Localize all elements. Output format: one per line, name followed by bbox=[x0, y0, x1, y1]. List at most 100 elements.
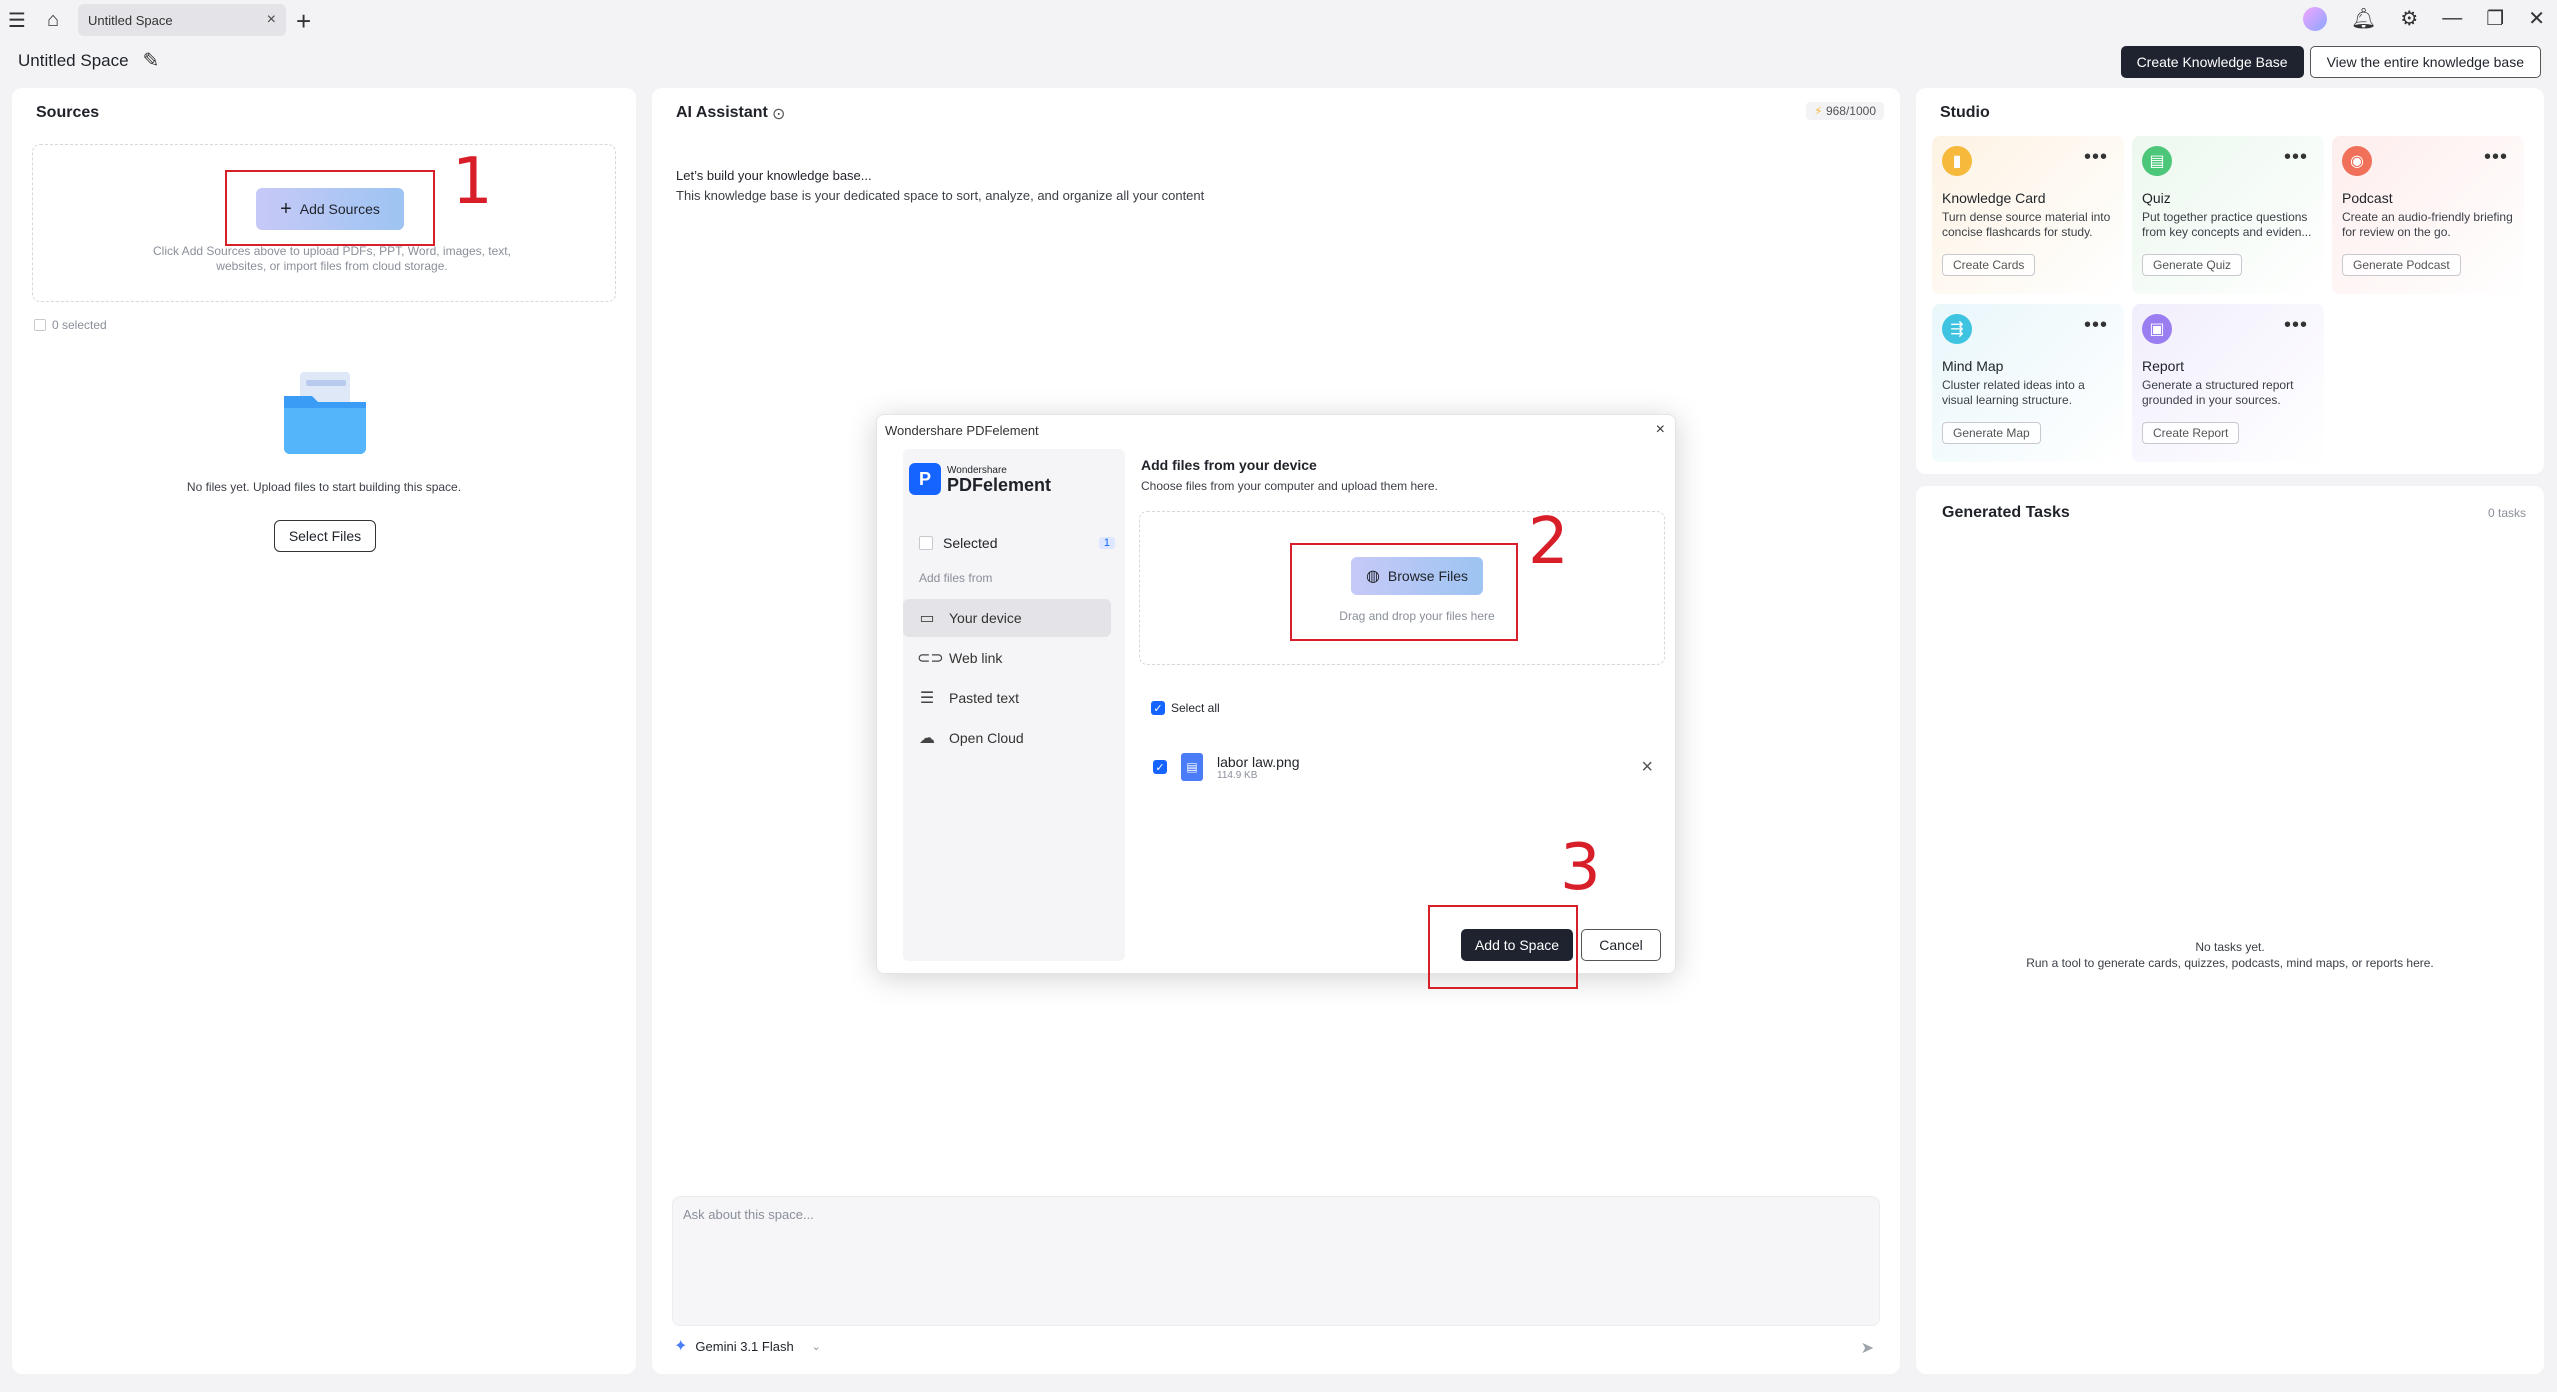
model-selector[interactable]: ✦ Gemini 3.1 Flash ⌄ bbox=[674, 1336, 821, 1356]
select-all-label: Select all bbox=[1171, 701, 1220, 715]
ask-input[interactable]: Ask about this space... bbox=[672, 1196, 1880, 1326]
selected-row[interactable]: 0 selected bbox=[34, 318, 107, 332]
studio-card-report[interactable]: ▣ ••• Report Generate a structured report g… bbox=[2132, 304, 2324, 462]
menu-icon[interactable]: ☰ bbox=[4, 7, 30, 33]
tasks-empty-hint: Run a tool to generate cards, quizzes, p… bbox=[2026, 956, 2434, 970]
space-header: Untitled Space ✎ bbox=[18, 48, 159, 73]
add-files-title: Add files from your device bbox=[1141, 457, 1317, 473]
studio-card-button[interactable]: Generate Quiz bbox=[2142, 254, 2243, 276]
studio-title: Studio bbox=[1940, 104, 1990, 121]
studio-card-button[interactable]: Create Cards bbox=[1942, 254, 2036, 276]
sidebar-item-label: Pasted text bbox=[949, 690, 1020, 706]
logo-product: PDFelement bbox=[947, 474, 1052, 495]
close-icon[interactable]: × bbox=[267, 11, 276, 29]
space-title: Untitled Space bbox=[18, 50, 129, 70]
studio-card-desc: Put together practice questions from key… bbox=[2142, 210, 2312, 239]
info-icon[interactable]: ⊙ bbox=[772, 104, 785, 124]
tab-label: Untitled Space bbox=[88, 12, 173, 28]
sources-title: Sources bbox=[36, 104, 100, 121]
create-knowledge-base-button[interactable]: Create Knowledge Base bbox=[2120, 46, 2304, 78]
add-files-dialog: Wondershare PDFelement × P Wondershare P… bbox=[876, 414, 1676, 974]
model-name: Gemini 3.1 Flash bbox=[695, 1338, 794, 1354]
window-controls: 🔔︎ ⚙ — ❐ ✕ bbox=[2302, 6, 2545, 31]
dialog-sidebar: P Wondershare PDFelement Selected 1 Add … bbox=[903, 449, 1125, 961]
pdfelement-logo: P Wondershare PDFelement bbox=[909, 463, 1051, 495]
sidebar-item-your-device[interactable]: ▭ Your device bbox=[903, 599, 1111, 637]
more-icon[interactable]: ••• bbox=[2084, 146, 2108, 169]
studio-card-mind-map[interactable]: ⇶ ••• Mind Map Cluster related ideas into a… bbox=[1932, 304, 2124, 462]
studio-card-desc: Create an audio-friendly briefing for re… bbox=[2342, 210, 2513, 239]
minimize-icon[interactable]: — bbox=[2442, 7, 2462, 30]
remove-file-icon[interactable]: × bbox=[1641, 756, 1653, 779]
sidebar-item-open-cloud[interactable]: ☁ Open Cloud bbox=[903, 719, 1111, 757]
pdfelement-logo-icon: P bbox=[909, 463, 941, 495]
sidebar-item-pasted-text[interactable]: ☰ Pasted text bbox=[903, 679, 1111, 717]
studio-card-button[interactable]: Generate Podcast bbox=[2342, 254, 2461, 276]
studio-card-title: Quiz bbox=[2142, 190, 2171, 206]
select-all[interactable]: ✓ Select all bbox=[1151, 701, 1220, 715]
studio-card-quiz[interactable]: ▤ ••• Quiz Put together practice questions … bbox=[2132, 136, 2324, 294]
plus-icon[interactable]: + bbox=[296, 6, 311, 37]
sidebar-item-label: Web link bbox=[949, 650, 1003, 666]
sidebar-item-label: Your device bbox=[949, 610, 1022, 626]
select-files-button[interactable]: Select Files bbox=[274, 520, 376, 552]
studio-card-podcast[interactable]: ◉ ••• Podcast Create an audio-friendly brie… bbox=[2332, 136, 2524, 294]
more-icon[interactable]: ••• bbox=[2084, 314, 2108, 337]
credits-badge: ⚡ 968/1000 bbox=[1806, 102, 1884, 120]
tasks-empty-title: No tasks yet. bbox=[2195, 940, 2265, 954]
annotation-number-2: 2 bbox=[1528, 505, 1569, 579]
bolt-icon: ⚡ bbox=[1814, 104, 1823, 118]
cloud-icon: ☁ bbox=[919, 730, 935, 747]
file-info: labor law.png 114.9 KB bbox=[1217, 754, 1300, 781]
studio-card-desc: Turn dense source material into concise … bbox=[1942, 210, 2111, 239]
intro-body: This knowledge base is your dedicated sp… bbox=[676, 188, 1205, 203]
view-knowledge-base-button[interactable]: View the entire knowledge base bbox=[2309, 46, 2541, 78]
logo-brand: Wondershare bbox=[947, 464, 1007, 476]
send-icon[interactable]: ➤ bbox=[1861, 1338, 1874, 1358]
file-checkbox[interactable]: ✓ bbox=[1153, 760, 1167, 774]
more-icon[interactable]: ••• bbox=[2284, 314, 2308, 337]
studio-card-button[interactable]: Create Report bbox=[2142, 422, 2240, 444]
cancel-button[interactable]: Cancel bbox=[1581, 929, 1661, 961]
select-checkbox[interactable] bbox=[34, 319, 46, 331]
tab-untitled-space[interactable]: Untitled Space × bbox=[78, 4, 286, 36]
selected-count-badge: 1 bbox=[1098, 537, 1115, 549]
chevron-down-icon: ⌄ bbox=[811, 1340, 821, 1353]
close-window-icon[interactable]: ✕ bbox=[2528, 6, 2545, 31]
home-icon[interactable]: ⌂ bbox=[40, 7, 66, 33]
selected-filter[interactable]: Selected 1 bbox=[919, 535, 1115, 551]
gear-icon[interactable]: ⚙ bbox=[2400, 6, 2418, 31]
restore-icon[interactable]: ❐ bbox=[2486, 6, 2504, 31]
tasks-title: Generated Tasks bbox=[1942, 504, 2070, 521]
add-files-from-label: Add files from bbox=[919, 571, 993, 585]
studio-card-title: Report bbox=[2142, 358, 2185, 374]
more-icon[interactable]: ••• bbox=[2484, 146, 2508, 169]
no-files-text: No files yet. Upload files to start buil… bbox=[186, 480, 462, 494]
studio-card-title: Mind Map bbox=[1942, 358, 2004, 374]
avatar[interactable] bbox=[2302, 6, 2327, 31]
bell-icon[interactable]: 🔔︎ bbox=[2351, 6, 2376, 31]
more-icon[interactable]: ••• bbox=[2284, 146, 2308, 169]
file-name: labor law.png bbox=[1217, 753, 1300, 770]
file-row: ✓ ▤ labor law.png 114.9 KB × bbox=[1153, 749, 1653, 785]
quiz-icon: ▤ bbox=[2142, 146, 2172, 176]
check-icon[interactable]: ✓ bbox=[1151, 701, 1165, 715]
selected-label: Selected bbox=[943, 535, 998, 551]
edit-icon[interactable]: ✎ bbox=[143, 48, 160, 73]
image-file-icon: ▤ bbox=[1181, 753, 1203, 781]
header-actions: Create Knowledge Base View the entire kn… bbox=[2120, 46, 2541, 78]
annotation-number-3: 3 bbox=[1560, 831, 1601, 905]
sidebar-item-label: Open Cloud bbox=[949, 730, 1024, 746]
file-size: 114.9 KB bbox=[1217, 769, 1258, 781]
generated-tasks-panel: Generated Tasks 0 tasks No tasks yet. Ru… bbox=[1916, 486, 2544, 1374]
sources-panel: Sources + Add Sources Click Add Sources … bbox=[12, 88, 636, 1374]
studio-card-knowledge-card[interactable]: ▮ ••• Knowledge Card Turn dense source mate… bbox=[1932, 136, 2124, 294]
folder-icon bbox=[284, 372, 366, 454]
close-icon[interactable]: × bbox=[1656, 421, 1665, 439]
studio-card-title: Podcast bbox=[2342, 190, 2393, 206]
title-bar: ☰ ⌂ Untitled Space × + 🔔︎ ⚙ — ❐ ✕ bbox=[0, 0, 2557, 40]
podcast-icon: ◉ bbox=[2342, 146, 2372, 176]
sidebar-item-web-link[interactable]: ⊂⊃ Web link bbox=[903, 639, 1111, 677]
selected-checkbox[interactable] bbox=[919, 536, 933, 550]
studio-card-button[interactable]: Generate Map bbox=[1942, 422, 2041, 444]
